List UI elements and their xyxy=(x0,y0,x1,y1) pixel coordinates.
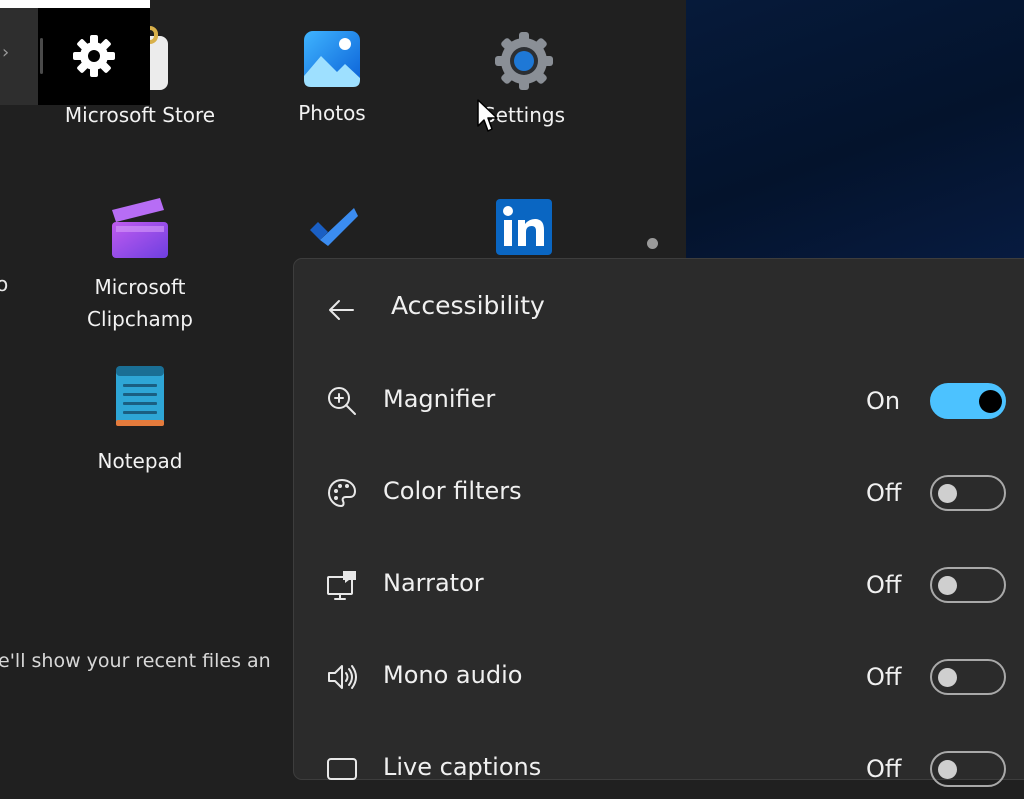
toggle-knob xyxy=(938,668,957,687)
gear-icon xyxy=(73,35,115,77)
magnifier-state: On xyxy=(866,387,901,415)
todo-icon xyxy=(310,208,358,246)
narrator-toggle[interactable] xyxy=(930,567,1006,603)
live-captions-toggle[interactable] xyxy=(930,751,1006,787)
flyout-title: Accessibility xyxy=(391,291,545,320)
app-label: Notepad xyxy=(97,449,183,473)
tooltip-separator xyxy=(40,38,43,74)
settings-tooltip-preview: › xyxy=(0,0,150,105)
narrator-icon xyxy=(327,571,356,600)
mono-audio-label: Mono audio xyxy=(383,661,523,689)
toggle-knob xyxy=(979,390,1002,413)
chevron-right-icon: › xyxy=(2,42,10,63)
color-filters-label: Color filters xyxy=(383,477,522,505)
color-filters-row[interactable]: Color filters Off xyxy=(294,463,1024,523)
magnifier-row[interactable]: Magnifier On xyxy=(294,371,1024,431)
app-label-line1: Microsoft xyxy=(94,275,186,299)
magnifier-toggle[interactable] xyxy=(930,383,1006,419)
tooltip-prev-panel[interactable]: › xyxy=(0,8,38,105)
live-captions-state: Off xyxy=(866,755,902,783)
magnifier-label: Magnifier xyxy=(383,385,496,413)
mono-audio-row[interactable]: Mono audio Off xyxy=(294,647,1024,707)
app-label: Settings xyxy=(482,103,566,127)
color-filters-state: Off xyxy=(866,479,902,507)
mouse-pointer xyxy=(477,99,498,132)
app-microsoft-clipchamp[interactable]: Microsoft Clipchamp xyxy=(60,196,220,335)
app-linkedin[interactable] xyxy=(494,198,554,265)
app-settings[interactable]: Settings xyxy=(454,30,594,131)
color-filters-icon xyxy=(327,478,357,508)
app-label: Photos xyxy=(298,101,366,125)
photos-icon xyxy=(304,31,360,87)
app-photos[interactable]: Photos xyxy=(262,30,402,129)
app-label-line2: Clipchamp xyxy=(87,307,193,331)
tooltip-top-edge xyxy=(0,0,150,8)
back-arrow-icon[interactable] xyxy=(326,295,356,325)
app-todo[interactable] xyxy=(300,204,364,257)
live-captions-row[interactable]: Live captions Off xyxy=(294,739,1024,799)
mono-audio-state: Off xyxy=(866,663,902,691)
toggle-knob xyxy=(938,484,957,503)
toggle-knob xyxy=(938,576,957,595)
linkedin-icon xyxy=(496,199,552,255)
notepad-icon xyxy=(116,366,164,426)
desktop-background xyxy=(686,0,1024,260)
live-captions-label: Live captions xyxy=(383,753,542,781)
narrator-row[interactable]: Narrator Off xyxy=(294,555,1024,615)
accessibility-flyout: Accessibility Magnifier On Color filters… xyxy=(293,258,1024,787)
magnifier-icon xyxy=(328,387,356,415)
clipchamp-icon xyxy=(112,198,168,258)
partial-app-label[interactable]: o xyxy=(0,272,8,296)
live-captions-icon xyxy=(327,758,357,780)
mono-audio-icon xyxy=(328,665,357,689)
color-filters-toggle[interactable] xyxy=(930,475,1006,511)
recommended-placeholder-text: e'll show your recent files an xyxy=(0,650,271,672)
mono-audio-toggle[interactable] xyxy=(930,659,1006,695)
settings-icon xyxy=(495,32,553,90)
app-notepad[interactable]: Notepad xyxy=(60,362,220,477)
narrator-label: Narrator xyxy=(383,569,484,597)
narrator-state: Off xyxy=(866,571,902,599)
toggle-knob xyxy=(938,760,957,779)
page-indicator-dot[interactable] xyxy=(647,238,658,249)
